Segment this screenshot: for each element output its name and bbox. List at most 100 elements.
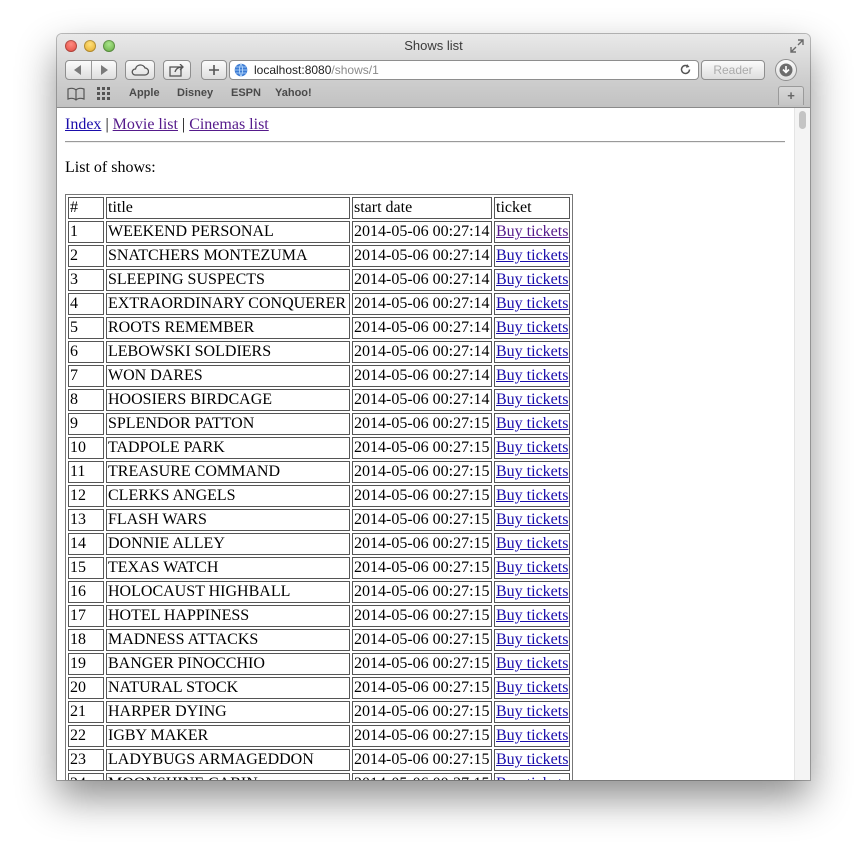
back-arrow-icon	[74, 65, 82, 75]
cinemas-list-link[interactable]: Cinemas list	[189, 116, 269, 133]
table-row: 6 LEBOWSKI SOLDIERS 2014-05-06 00:27:14 Buy…	[68, 341, 571, 363]
fullscreen-icon[interactable]	[790, 39, 804, 53]
show-title: MADNESS ATTACKS	[106, 629, 350, 651]
forward-arrow-icon	[100, 65, 108, 75]
ticket-cell: Buy tickets	[494, 533, 571, 555]
row-number: 19	[68, 653, 104, 675]
show-start-date: 2014-05-06 00:27:14	[352, 293, 492, 315]
row-number: 20	[68, 677, 104, 699]
reading-list-icon[interactable]	[67, 87, 85, 101]
row-number: 11	[68, 461, 104, 483]
bookmark-apple[interactable]: Apple	[129, 87, 160, 99]
buy-tickets-link[interactable]: Buy tickets	[496, 679, 568, 696]
url-path: /shows/1	[331, 63, 379, 77]
bookmark-disney[interactable]: Disney	[177, 87, 213, 99]
table-row: 7 WON DARES 2014-05-06 00:27:14 Buy tickets	[68, 365, 571, 387]
ticket-cell: Buy tickets	[494, 557, 571, 579]
address-bar[interactable]: localhost:8080/shows/1	[229, 60, 699, 80]
forward-button[interactable]	[90, 61, 117, 79]
ticket-cell: Buy tickets	[494, 221, 571, 243]
download-icon	[779, 63, 793, 77]
top-sites-icon[interactable]	[97, 87, 111, 101]
ticket-cell: Buy tickets	[494, 677, 571, 699]
buy-tickets-link[interactable]: Buy tickets	[496, 511, 568, 528]
buy-tickets-link[interactable]: Buy tickets	[496, 367, 568, 384]
show-title: HOOSIERS BIRDCAGE	[106, 389, 350, 411]
ticket-cell: Buy tickets	[494, 581, 571, 603]
header-title: title	[106, 197, 350, 219]
ticket-cell: Buy tickets	[494, 293, 571, 315]
downloads-button[interactable]	[775, 59, 797, 81]
row-number: 13	[68, 509, 104, 531]
buy-tickets-link[interactable]: Buy tickets	[496, 583, 568, 600]
table-row: 5 ROOTS REMEMBER 2014-05-06 00:27:14 Buy ti…	[68, 317, 571, 339]
buy-tickets-link[interactable]: Buy tickets	[496, 247, 568, 264]
row-number: 15	[68, 557, 104, 579]
shows-table: # title start date ticket 1 WEEKEND PERSO…	[65, 194, 574, 780]
row-number: 9	[68, 413, 104, 435]
show-title: WON DARES	[106, 365, 350, 387]
toolbar: localhost:8080/shows/1 Reader	[57, 58, 810, 84]
add-bookmark-button[interactable]	[201, 60, 227, 80]
buy-tickets-link[interactable]: Buy tickets	[496, 295, 568, 312]
buy-tickets-link[interactable]: Buy tickets	[496, 775, 568, 780]
buy-tickets-link[interactable]: Buy tickets	[496, 463, 568, 480]
table-row: 22 IGBY MAKER 2014-05-06 00:27:15 Buy ticke…	[68, 725, 571, 747]
buy-tickets-link[interactable]: Buy tickets	[496, 703, 568, 720]
buy-tickets-link[interactable]: Buy tickets	[496, 271, 568, 288]
buy-tickets-link[interactable]: Buy tickets	[496, 559, 568, 576]
ticket-cell: Buy tickets	[494, 629, 571, 651]
buy-tickets-link[interactable]: Buy tickets	[496, 631, 568, 648]
buy-tickets-link[interactable]: Buy tickets	[496, 751, 568, 768]
share-button[interactable]	[163, 60, 191, 80]
buy-tickets-link[interactable]: Buy tickets	[496, 487, 568, 504]
bookmark-yahoo[interactable]: Yahoo!	[275, 87, 312, 99]
buy-tickets-link[interactable]: Buy tickets	[496, 415, 568, 432]
movie-list-link[interactable]: Movie list	[113, 116, 178, 133]
show-start-date: 2014-05-06 00:27:15	[352, 629, 492, 651]
buy-tickets-link[interactable]: Buy tickets	[496, 535, 568, 552]
reader-button[interactable]: Reader	[701, 60, 765, 80]
row-number: 10	[68, 437, 104, 459]
row-number: 6	[68, 341, 104, 363]
index-link[interactable]: Index	[65, 116, 101, 133]
buy-tickets-link[interactable]: Buy tickets	[496, 607, 568, 624]
show-title: MOONSHINE CABIN	[106, 773, 350, 780]
show-title: CLERKS ANGELS	[106, 485, 350, 507]
table-row: 9 SPLENDOR PATTON 2014-05-06 00:27:15 Buy t…	[68, 413, 571, 435]
back-forward-group	[65, 60, 117, 80]
buy-tickets-link[interactable]: Buy tickets	[496, 439, 568, 456]
buy-tickets-link[interactable]: Buy tickets	[496, 655, 568, 672]
vertical-scrollbar[interactable]	[794, 108, 810, 780]
ticket-cell: Buy tickets	[494, 413, 571, 435]
buy-tickets-link[interactable]: Buy tickets	[496, 223, 568, 240]
buy-tickets-link[interactable]: Buy tickets	[496, 343, 568, 360]
buy-tickets-link[interactable]: Buy tickets	[496, 391, 568, 408]
show-title: DONNIE ALLEY	[106, 533, 350, 555]
ticket-cell: Buy tickets	[494, 605, 571, 627]
buy-tickets-link[interactable]: Buy tickets	[496, 727, 568, 744]
show-start-date: 2014-05-06 00:27:15	[352, 581, 492, 603]
show-title: TADPOLE PARK	[106, 437, 350, 459]
table-row: 13 FLASH WARS 2014-05-06 00:27:15 Buy ticke…	[68, 509, 571, 531]
scrollbar-thumb[interactable]	[799, 111, 806, 129]
show-title: LADYBUGS ARMAGEDDON	[106, 749, 350, 771]
reload-icon[interactable]	[679, 63, 692, 76]
browser-window: Shows list localhost:8080/shows/1 Reader…	[57, 34, 810, 780]
ticket-cell: Buy tickets	[494, 725, 571, 747]
show-title: ROOTS REMEMBER	[106, 317, 350, 339]
show-start-date: 2014-05-06 00:27:14	[352, 365, 492, 387]
ticket-cell: Buy tickets	[494, 341, 571, 363]
ticket-cell: Buy tickets	[494, 365, 571, 387]
row-number: 17	[68, 605, 104, 627]
ticket-cell: Buy tickets	[494, 437, 571, 459]
bookmark-espn[interactable]: ESPN	[231, 87, 261, 99]
nav-separator: |	[181, 116, 186, 133]
buy-tickets-link[interactable]: Buy tickets	[496, 319, 568, 336]
nav-separator: |	[105, 116, 109, 133]
new-tab-button[interactable]: +	[778, 86, 804, 105]
icloud-tabs-button[interactable]	[125, 60, 155, 80]
ticket-cell: Buy tickets	[494, 485, 571, 507]
back-button[interactable]	[66, 61, 91, 79]
show-start-date: 2014-05-06 00:27:15	[352, 557, 492, 579]
